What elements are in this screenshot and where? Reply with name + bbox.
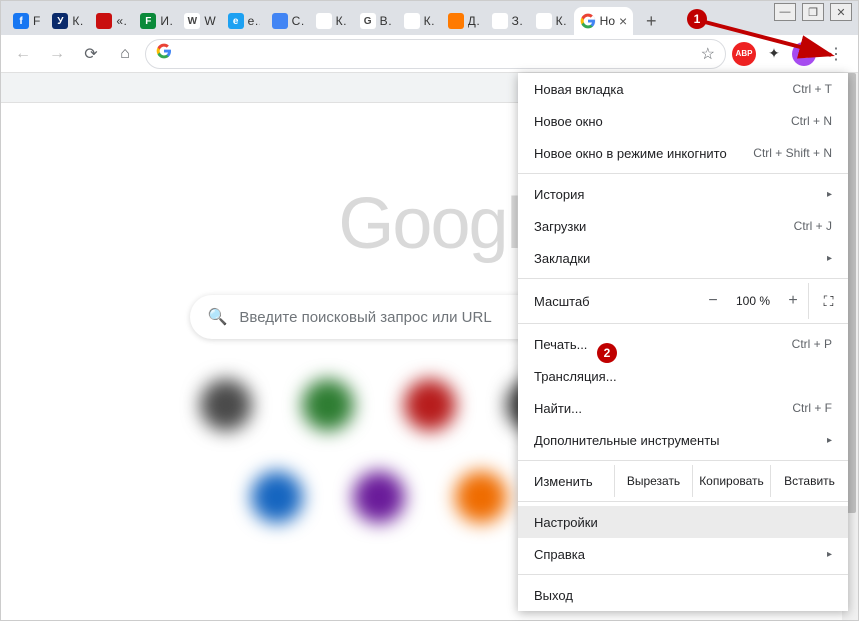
favicon [536, 13, 552, 29]
tab-label: Ка [556, 14, 568, 28]
chevron-right-icon: ▸ [827, 253, 832, 264]
reload-button[interactable]: ⟳ [77, 40, 105, 68]
menu-zoom: Масштаб − 100 % + ⛶ [518, 283, 848, 319]
favicon: G [360, 13, 376, 29]
shortcut-tile[interactable] [455, 471, 507, 523]
tab-label: Ка [336, 14, 348, 28]
close-tab-icon[interactable]: × [619, 13, 627, 29]
tab-label: «Т [116, 14, 128, 28]
tab-active[interactable]: Но × [574, 7, 634, 35]
chevron-right-icon: ▸ [827, 189, 832, 200]
tab[interactable]: eeT [222, 7, 266, 35]
tab[interactable]: WW [178, 7, 221, 35]
tab[interactable]: Да [442, 7, 486, 35]
favicon: f [13, 13, 29, 29]
tab-label: W [204, 14, 215, 28]
menu-more-tools[interactable]: Дополнительные инструменты▸ [518, 424, 848, 456]
menu-new-tab[interactable]: Новая вкладкаCtrl + T [518, 73, 848, 105]
shortcut-tile[interactable] [353, 471, 405, 523]
tab[interactable]: Ка [530, 7, 574, 35]
tab-label: За [512, 14, 524, 28]
zoom-value: 100 % [728, 294, 778, 308]
zoom-in-button[interactable]: + [778, 292, 808, 310]
search-placeholder: Введите поисковый запрос или URL [239, 309, 491, 326]
tab-label: eT [248, 14, 260, 28]
tab-label: Ка [424, 14, 436, 28]
menu-bookmarks[interactable]: Закладки▸ [518, 242, 848, 274]
paste-button[interactable]: Вставить [770, 465, 848, 497]
menu-separator [518, 501, 848, 502]
menu-separator [518, 460, 848, 461]
favicon: W [184, 13, 200, 29]
menu-cast[interactable]: Трансляция... [518, 360, 848, 392]
home-button[interactable]: ⌂ [111, 40, 139, 68]
search-icon: 🔍 [208, 307, 228, 327]
annotation-arrow [691, 11, 841, 61]
shortcut-tile[interactable] [200, 379, 252, 431]
tab[interactable]: Ка [310, 7, 354, 35]
annotation-1: 1 [687, 9, 707, 29]
tab-label: Сп [292, 14, 304, 28]
tab[interactable]: G Вс [354, 7, 398, 35]
zoom-label: Масштаб [534, 294, 590, 309]
menu-history[interactable]: История▸ [518, 178, 848, 210]
shortcut-tile[interactable] [404, 379, 456, 431]
fullscreen-button[interactable]: ⛶ [808, 283, 848, 319]
tab[interactable]: «Т [90, 7, 134, 35]
favicon: F [140, 13, 156, 29]
tab[interactable]: F Ил [134, 7, 178, 35]
chevron-right-icon: ▸ [827, 549, 832, 560]
cut-button[interactable]: Вырезать [614, 465, 692, 497]
zoom-out-button[interactable]: − [698, 292, 728, 310]
back-button[interactable]: ← [9, 40, 37, 68]
favicon [272, 13, 288, 29]
tab[interactable]: У Ку [46, 7, 90, 35]
favicon [448, 13, 464, 29]
favicon [316, 13, 332, 29]
copy-button[interactable]: Копировать [692, 465, 770, 497]
google-icon [156, 43, 172, 64]
menu-separator [518, 574, 848, 575]
tab-label: Вс [380, 14, 392, 28]
menu-separator [518, 323, 848, 324]
tab[interactable]: Ка [398, 7, 442, 35]
menu-downloads[interactable]: ЗагрузкиCtrl + J [518, 210, 848, 242]
menu-separator [518, 173, 848, 174]
menu-help[interactable]: Справка▸ [518, 538, 848, 570]
chrome-menu: Новая вкладкаCtrl + T Новое окноCtrl + N… [518, 73, 848, 611]
forward-button[interactable]: → [43, 40, 71, 68]
google-logo: Googl [338, 183, 520, 265]
menu-settings[interactable]: Настройки [518, 506, 848, 538]
tab-label: Да [468, 14, 480, 28]
tab-label: Ил [160, 14, 172, 28]
shortcut-tile[interactable] [302, 379, 354, 431]
chevron-right-icon: ▸ [827, 435, 832, 446]
favicon [96, 13, 112, 29]
tab[interactable]: За [486, 7, 530, 35]
menu-find[interactable]: Найти...Ctrl + F [518, 392, 848, 424]
favicon: У [52, 13, 68, 29]
menu-print[interactable]: Печать...Ctrl + P [518, 328, 848, 360]
menu-incognito[interactable]: Новое окно в режиме инкогнитоCtrl + Shif… [518, 137, 848, 169]
shortcut-tile[interactable] [251, 471, 303, 523]
favicon [492, 13, 508, 29]
menu-separator [518, 278, 848, 279]
new-tab-button[interactable]: + [637, 7, 665, 35]
favicon: e [228, 13, 244, 29]
menu-edit: Изменить Вырезать Копировать Вставить [518, 465, 848, 497]
tab-label: Ку [72, 14, 84, 28]
omnibox[interactable]: ☆ [145, 39, 726, 69]
tab-label: F [33, 14, 40, 28]
menu-new-window[interactable]: Новое окноCtrl + N [518, 105, 848, 137]
edit-label: Изменить [534, 474, 614, 489]
favicon [580, 13, 596, 29]
menu-exit[interactable]: Выход [518, 579, 848, 611]
tab[interactable]: fF [7, 7, 46, 35]
address-input[interactable] [180, 46, 693, 62]
tab-label: Но [600, 14, 615, 28]
annotation-2: 2 [597, 343, 617, 363]
tab[interactable]: Сп [266, 7, 310, 35]
favicon [404, 13, 420, 29]
